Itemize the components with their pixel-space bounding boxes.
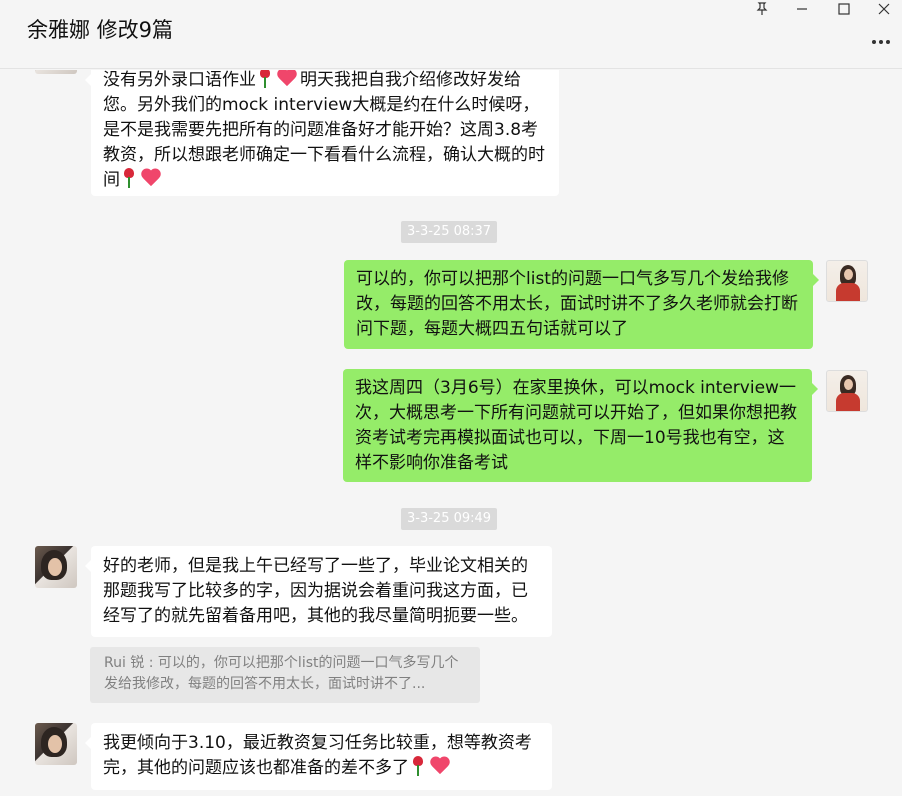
quoted-message[interactable]: Rui 锐 : 可以的，你可以把那个list的问题一口气多写几个发给我修改，每题… [90,647,480,703]
quote-text: Rui 锐 : 可以的，你可以把那个list的问题一口气多写几个发给我修改，每题… [104,655,459,692]
heart-icon [429,756,451,776]
message-bubble-received[interactable]: 好的老师，但是我上午已经写了一些了，毕业论文相关的那题我写了比较多的字，因为据说… [85,546,552,637]
rose-icon [411,756,425,776]
title-bar: 余雅娜 修改9篇 [0,0,902,69]
timestamp: 3-3-25 09:49 [401,508,498,530]
message-text: 没有另外录口语作业 [103,70,256,90]
timestamp: 3-3-25 08:37 [401,221,498,243]
heart-icon [276,70,298,88]
chat-area[interactable]: 没有另外录口语作业 明天我把自我介绍修改好发给您。另外我们的mock interv… [0,70,902,796]
maximize-icon[interactable] [824,0,864,18]
message-bubble-received[interactable]: 没有另外录口语作业 明天我把自我介绍修改好发给您。另外我们的mock interv… [85,70,559,196]
message-text: 我这周四（3月6号）在家里换休，可以mock interview一次，大概思考一… [355,378,797,473]
contact-avatar[interactable] [35,70,77,74]
close-icon[interactable] [864,0,902,18]
message-bubble-sent[interactable]: 可以的，你可以把那个list的问题一口气多写几个发给我修改，每题的回答不用太长，… [344,260,819,349]
message-text: 好的老师，但是我上午已经写了一些了，毕业论文相关的那题我写了比较多的字，因为据说… [103,556,528,626]
message-text: 可以的，你可以把那个list的问题一口气多写几个发给我修改，每题的回答不用太长，… [356,269,798,339]
contact-avatar[interactable] [35,723,77,765]
rose-icon [122,168,136,188]
rose-icon [258,70,272,88]
contact-avatar[interactable] [35,546,77,588]
chat-title: 余雅娜 修改9篇 [27,18,174,42]
my-avatar[interactable] [826,260,868,302]
message-bubble-received[interactable]: 我更倾向于3.10，最近教资复习任务比较重，想等教资考完，其他的问题应该也都准备… [85,723,552,790]
message-text: 我更倾向于3.10，最近教资复习任务比较重，想等教资考完，其他的问题应该也都准备… [103,733,532,778]
pin-icon[interactable] [742,0,782,18]
more-icon[interactable] [872,38,898,46]
my-avatar[interactable] [826,370,868,412]
minimize-icon[interactable] [782,0,822,18]
message-bubble-sent[interactable]: 我这周四（3月6号）在家里换休，可以mock interview一次，大概思考一… [343,369,818,482]
heart-icon [140,168,162,188]
